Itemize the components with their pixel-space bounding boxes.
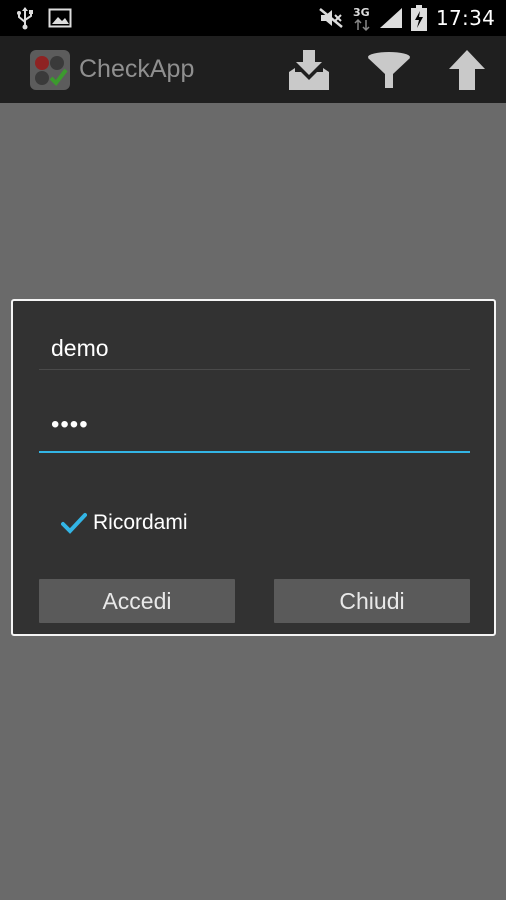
network-3g-icon: 3G — [353, 6, 370, 32]
upload-button[interactable] — [442, 46, 492, 94]
clock: 17:34 — [436, 6, 496, 30]
usb-icon — [17, 7, 33, 30]
checkmark-icon — [61, 513, 87, 534]
download-icon — [289, 50, 329, 90]
username-value: demo — [51, 335, 109, 361]
username-field[interactable]: demo — [39, 325, 470, 370]
status-bar: 3G 17:34 — [0, 0, 506, 36]
password-field[interactable]: •••• — [39, 405, 470, 453]
battery-charging-icon — [411, 5, 427, 31]
upload-icon — [449, 50, 485, 90]
svg-text:3G: 3G — [353, 6, 370, 19]
image-icon — [48, 8, 72, 28]
close-button[interactable]: Chiudi — [274, 579, 470, 623]
remember-me-checkbox[interactable]: Ricordami — [61, 507, 188, 539]
filter-button[interactable] — [364, 46, 414, 94]
app-logo-icon — [30, 50, 70, 90]
app-title: CheckApp — [79, 55, 195, 83]
mute-icon — [319, 8, 343, 28]
download-button[interactable] — [284, 46, 334, 94]
login-dialog: demo •••• Ricordami Accedi Chiudi — [11, 299, 496, 636]
action-bar: CheckApp — [0, 36, 506, 103]
filter-icon — [368, 52, 410, 88]
remember-me-label: Ricordami — [93, 511, 188, 534]
login-button[interactable]: Accedi — [39, 579, 235, 623]
password-value: •••• — [51, 411, 89, 438]
signal-icon — [380, 8, 402, 28]
